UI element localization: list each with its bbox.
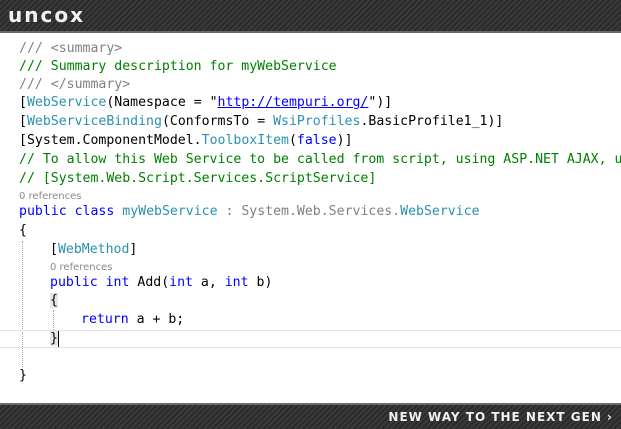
top-banner: uncox: [0, 0, 621, 33]
code-line: [WebService(Namespace = "http://tempuri.…: [19, 95, 393, 110]
code-line: }: [19, 368, 27, 383]
code-line: [WebMethod]: [50, 242, 138, 257]
indent-guide: [22, 241, 23, 367]
code-line: {: [19, 223, 27, 238]
code-line: [System.ComponentModel.ToolboxItem(false…: [19, 133, 353, 148]
uncox-logo: uncox: [8, 3, 85, 27]
code-line: }: [50, 331, 58, 346]
code-line: {: [50, 293, 58, 308]
codelens-references[interactable]: 0 references: [19, 191, 82, 202]
code-line: // [System.Web.Script.Services.ScriptSer…: [19, 171, 377, 186]
code-line: /// <summary>: [19, 41, 123, 56]
text-caret: [58, 331, 59, 347]
bottom-banner: NEW WAY TO THE NEXT GEN ›: [0, 403, 621, 429]
code-line: // To allow this Web Service to be calle…: [19, 152, 621, 167]
tagline: NEW WAY TO THE NEXT GEN ›: [388, 410, 613, 424]
codelens-references[interactable]: 0 references: [50, 262, 113, 273]
code-line: /// </summary>: [19, 77, 131, 92]
code-line: public int Add(int a, int b): [50, 275, 273, 290]
code-line: public class myWebService : System.Web.S…: [19, 204, 480, 219]
namespace-url-link[interactable]: http://tempuri.org/: [218, 95, 369, 110]
current-line-highlight: [0, 330, 621, 348]
code-line: [WebServiceBinding(ConformsTo = WsiProfi…: [19, 114, 504, 129]
code-editor[interactable]: /// <summary> /// Summary description fo…: [0, 33, 621, 403]
code-line: return a + b;: [81, 312, 185, 327]
code-line: /// Summary description for myWebService: [19, 59, 337, 74]
